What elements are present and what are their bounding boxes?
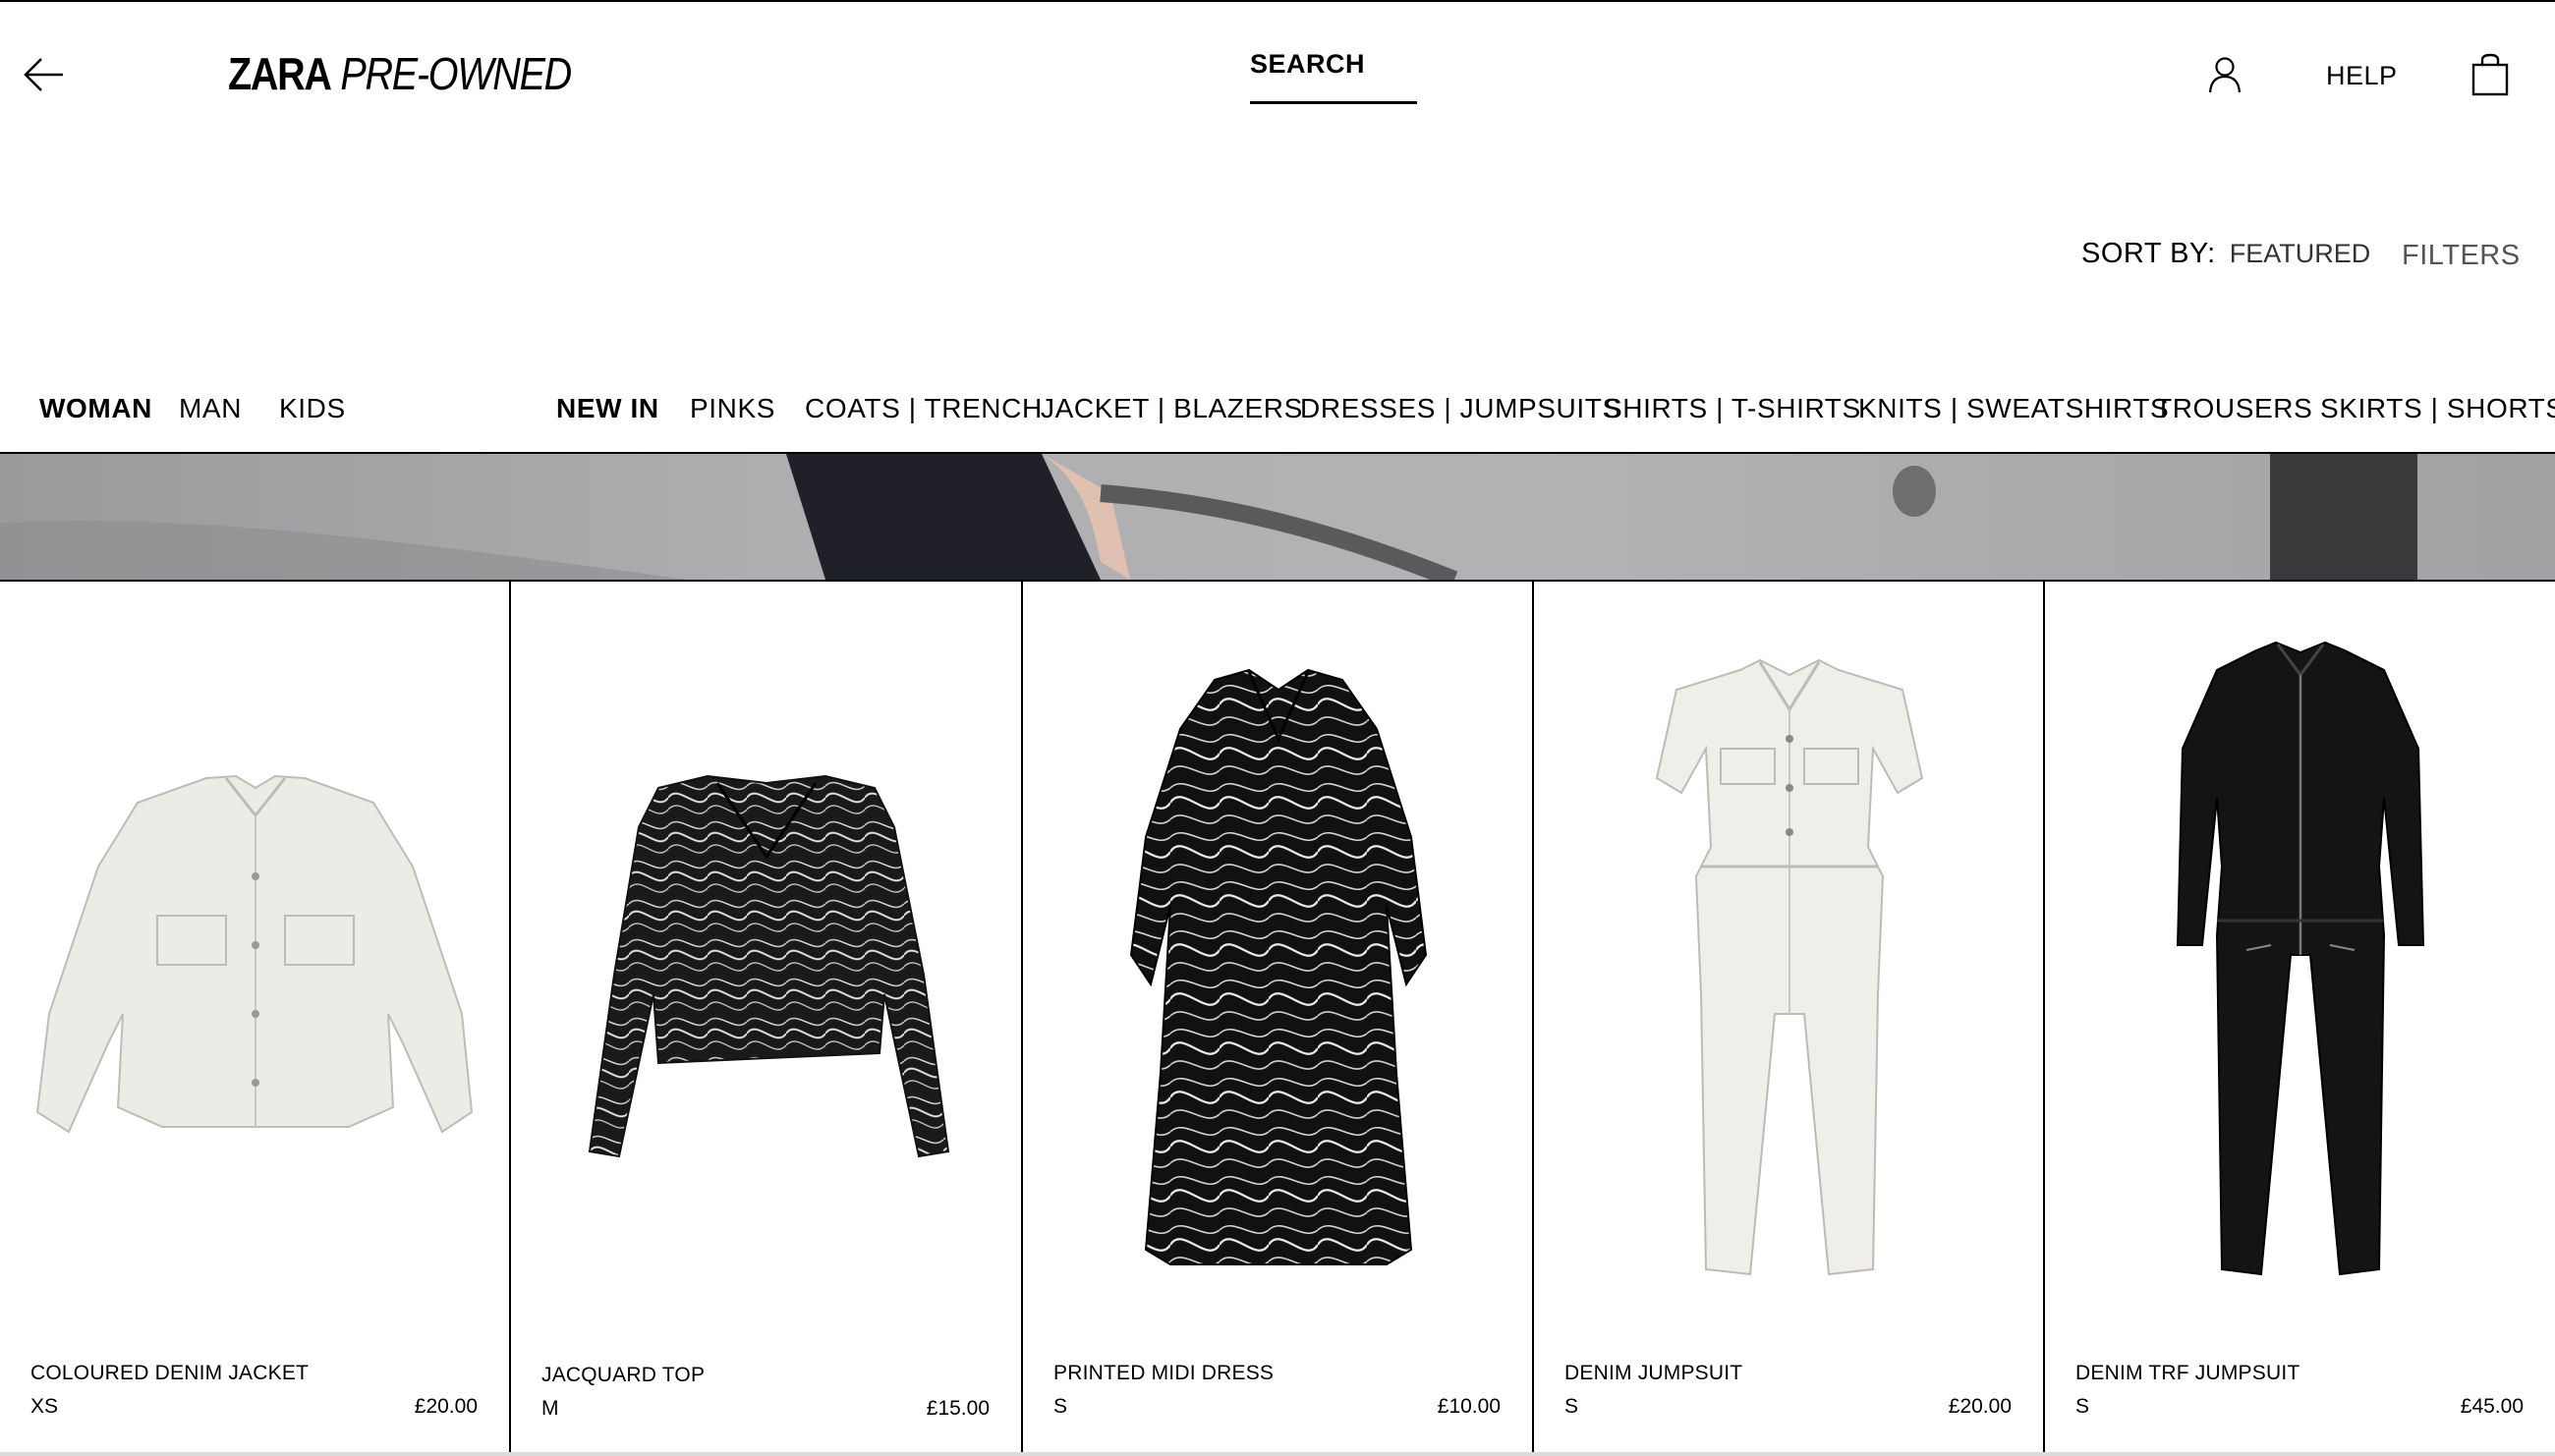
product-size: S (1053, 1395, 1068, 1418)
product-image[interactable] (0, 582, 509, 1328)
product-size: S (1564, 1395, 1579, 1418)
sort-dropdown[interactable]: FEATURED (2230, 239, 2371, 268)
product-price: £20.00 (414, 1395, 478, 1418)
hero-banner-image[interactable] (0, 454, 2555, 580)
account-icon[interactable] (2205, 55, 2244, 94)
product-image[interactable] (1023, 582, 1532, 1328)
search-label: SEARCH (1250, 49, 1366, 79)
nav-category-pinks[interactable]: PINKS (690, 393, 775, 424)
product-size: S (2075, 1395, 2090, 1418)
product-price: £20.00 (1948, 1395, 2012, 1418)
nav-category-jacket-blazers[interactable]: JACKET | BLAZERS (1041, 393, 1303, 424)
filters-button[interactable]: FILTERS (2402, 240, 2521, 272)
cropped-top-icon (588, 774, 950, 1158)
nav-category-new-in[interactable]: NEW IN (556, 393, 659, 424)
logo-brand: ZARA (228, 48, 332, 99)
search-button[interactable]: SEARCH (1250, 49, 1417, 104)
nav-section-man[interactable]: MAN (179, 393, 242, 424)
product-card[interactable]: DENIM TRF JUMPSUIT S £45.00 (2045, 582, 2555, 1456)
product-name: COLOURED DENIM JACKET (30, 1362, 310, 1384)
logo[interactable]: ZARA PRE-OWNED (228, 47, 572, 100)
help-link[interactable]: HELP (2326, 61, 2398, 91)
sort-label: SORT BY: (2081, 238, 2216, 269)
sort-control: SORT BY: FEATURED (2081, 238, 2370, 270)
jumpsuit-icon (2176, 641, 2425, 1276)
product-image[interactable] (1534, 582, 2043, 1328)
nav-category-shirts-tshirts[interactable]: SHIRTS | T-SHIRTS (1604, 393, 1861, 424)
category-nav: WOMAN MAN KIDS NEW IN PINKS COATS | TREN… (0, 393, 2555, 452)
product-name: JACQUARD TOP (541, 1364, 706, 1386)
product-name: DENIM JUMPSUIT (1564, 1362, 1743, 1384)
grid-bottom-border (0, 1452, 2555, 1456)
product-card[interactable]: COLOURED DENIM JACKET XS £20.00 (0, 582, 511, 1456)
nav-section-kids[interactable]: KIDS (279, 393, 346, 424)
back-arrow-icon[interactable] (22, 51, 69, 98)
nav-category-trousers[interactable]: TROUSERS (2155, 393, 2312, 424)
nav-category-skirts-shorts[interactable]: SKIRTS | SHORTS (2320, 393, 2555, 424)
product-card[interactable]: JACQUARD TOP M £15.00 (511, 582, 1023, 1456)
product-image[interactable] (2045, 582, 2555, 1328)
product-card[interactable]: DENIM JUMPSUIT S £20.00 (1534, 582, 2045, 1456)
product-size: XS (30, 1395, 59, 1418)
product-card[interactable]: PRINTED MIDI DRESS S £10.00 (1023, 582, 1534, 1456)
midi-dress-icon (1129, 668, 1428, 1265)
product-grid: COLOURED DENIM JACKET XS £20.00 JACQUARD… (0, 582, 2555, 1456)
nav-section-woman[interactable]: WOMAN (39, 393, 152, 424)
product-price: £15.00 (926, 1397, 990, 1420)
nav-category-knits-sweatshirts[interactable]: KNITS | SWEATSHIRTS (1858, 393, 2169, 424)
jumpsuit-icon (1655, 658, 1924, 1276)
product-image[interactable] (511, 582, 1021, 1328)
denim-jacket-icon (35, 774, 474, 1134)
header: ZARA PRE-OWNED SEARCH HELP (0, 2, 2555, 144)
product-price: £10.00 (1437, 1395, 1501, 1418)
nav-category-dresses-jumpsuits[interactable]: DRESSES | JUMPSUITS (1300, 393, 1621, 424)
product-price: £45.00 (2460, 1395, 2524, 1418)
shopping-bag-icon[interactable] (2470, 53, 2510, 96)
product-name: PRINTED MIDI DRESS (1053, 1362, 1275, 1384)
nav-category-coats-trench[interactable]: COATS | TRENCH (805, 393, 1043, 424)
product-size: M (541, 1397, 559, 1420)
logo-subtitle: PRE-OWNED (340, 48, 572, 99)
product-name: DENIM TRF JUMPSUIT (2075, 1362, 2300, 1384)
